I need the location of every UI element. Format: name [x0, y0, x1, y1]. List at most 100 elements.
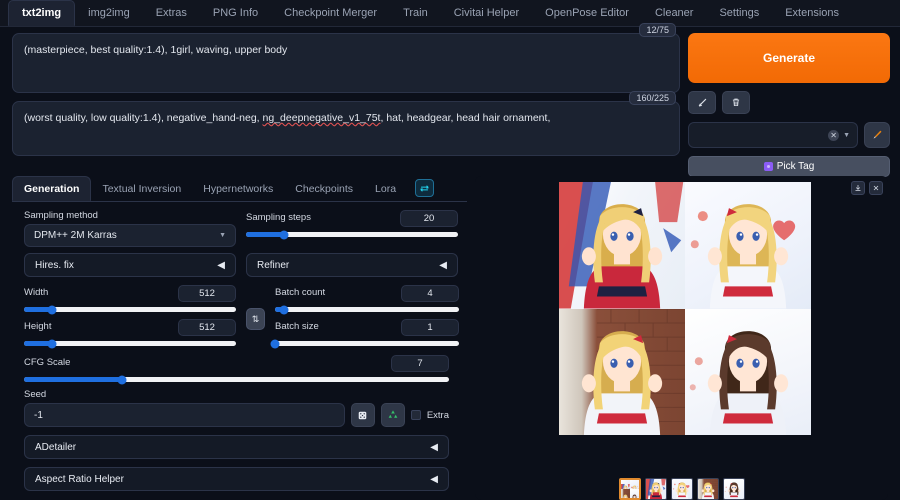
- main-tab-settings[interactable]: Settings: [706, 0, 772, 26]
- main-tab-extensions[interactable]: Extensions: [772, 0, 852, 26]
- sampling-steps-header: Sampling steps 20: [246, 210, 458, 227]
- extra-checkbox[interactable]: [410, 410, 421, 420]
- refiner-accordion[interactable]: Refiner ◀: [246, 253, 458, 277]
- close-icon[interactable]: [869, 181, 883, 195]
- tab-hypernetworks[interactable]: Hypernetworks: [192, 176, 284, 201]
- width-header: Width 512: [24, 285, 236, 302]
- download-icon[interactable]: [851, 181, 865, 195]
- thumb-mini-cell: [620, 480, 630, 489]
- thumb-3[interactable]: [696, 478, 719, 500]
- hires-fix-accordion[interactable]: Hires. fix ◀: [24, 253, 236, 277]
- height-slider[interactable]: [24, 339, 236, 348]
- refresh-icon[interactable]: [415, 179, 435, 197]
- thumb-mini-cell: [629, 489, 639, 498]
- sampler-steps-row: Sampling method DPM++ 2M Karras ▼ Sampli…: [24, 210, 463, 247]
- generated-image-grid[interactable]: [559, 182, 811, 435]
- positive-token-counter: 12/75: [639, 23, 676, 37]
- height-value[interactable]: 512: [178, 319, 236, 336]
- negative-token-counter: 160/225: [629, 91, 676, 105]
- paintbrush-arrow-icon[interactable]: [688, 91, 716, 114]
- grid-image-3[interactable]: [559, 308, 685, 435]
- cfg-scale-header: CFG Scale 7: [24, 355, 449, 372]
- parameters-body: Sampling method DPM++ 2M Karras ▼ Sampli…: [12, 202, 467, 491]
- slider-handle[interactable]: [47, 339, 57, 348]
- thumb-4[interactable]: [722, 478, 745, 500]
- tab-checkpoints[interactable]: Checkpoints: [284, 176, 364, 201]
- sampling-method-select[interactable]: DPM++ 2M Karras ▼: [24, 224, 236, 247]
- batch-count-slider[interactable]: [275, 305, 459, 314]
- trash-icon[interactable]: [722, 91, 750, 114]
- tab-lora[interactable]: Lora: [364, 176, 407, 201]
- main-tab-checkpoint-merger[interactable]: Checkpoint Merger: [271, 0, 390, 26]
- negative-prompt-misspelled-token: ng_deepnegative_v1_75t: [262, 112, 381, 124]
- width-value[interactable]: 512: [178, 285, 236, 302]
- batch-group: Batch count 4 Batch size 1: [270, 285, 459, 353]
- slider-handle[interactable]: [270, 339, 280, 348]
- main-tab-train[interactable]: Train: [390, 0, 441, 26]
- gear-icon: [763, 162, 773, 171]
- positive-prompt-input[interactable]: (masterpiece, best quality:1.4), 1girl, …: [12, 33, 680, 93]
- extra-label: Extra: [426, 409, 449, 421]
- positive-prompt-wrapper: 12/75 (masterpiece, best quality:1.4), 1…: [12, 23, 680, 93]
- main-tab-bar: txt2img img2img Extras PNG Info Checkpoint M…: [0, 0, 900, 27]
- thumb-2[interactable]: [670, 478, 693, 500]
- paintbrush-icon[interactable]: [864, 122, 890, 148]
- tab-textual-inversion[interactable]: Textual Inversion: [91, 176, 192, 201]
- chevron-down-icon[interactable]: ▼: [843, 132, 850, 139]
- sampling-steps-label: Sampling steps: [246, 211, 311, 223]
- hires-refiner-row: Hires. fix ◀ Refiner ◀: [24, 249, 463, 277]
- accordion-label: ADetailer: [35, 441, 77, 453]
- batch-size-value[interactable]: 1: [401, 319, 459, 336]
- seed-group: Seed -1 Extra: [24, 389, 449, 427]
- pick-tag-button[interactable]: Pick Tag: [688, 156, 890, 177]
- batch-count-value[interactable]: 4: [401, 285, 459, 302]
- styles-dropdown[interactable]: ✕ ▼: [688, 122, 858, 148]
- thumb-mini-cell: [620, 489, 630, 498]
- main-tab-img2img[interactable]: img2img: [75, 0, 143, 26]
- chevron-down-icon: ▼: [219, 232, 226, 239]
- grid-image-2[interactable]: [685, 182, 811, 309]
- sampling-steps-slider[interactable]: [246, 230, 458, 239]
- sampling-steps-value[interactable]: 20: [400, 210, 458, 227]
- extension-accordions: ADetailer ◀ Aspect Ratio Helper ◀: [24, 435, 449, 491]
- sampling-method-group: Sampling method DPM++ 2M Karras ▼: [24, 210, 236, 247]
- slider-handle[interactable]: [117, 375, 127, 384]
- accordion-aspect-ratio-helper[interactable]: Aspect Ratio Helper ◀: [24, 467, 449, 491]
- main-tab-png-info[interactable]: PNG Info: [200, 0, 271, 26]
- cfg-scale-slider[interactable]: [24, 375, 449, 384]
- main-tab-openpose-editor[interactable]: OpenPose Editor: [532, 0, 642, 26]
- swap-dimensions-icon[interactable]: ⇅: [246, 308, 265, 330]
- slider-handle[interactable]: [47, 305, 57, 314]
- thumb-grid[interactable]: [618, 478, 641, 500]
- slider-handle[interactable]: [279, 305, 289, 314]
- recycle-icon[interactable]: [380, 403, 405, 427]
- generate-button[interactable]: Generate: [688, 33, 890, 83]
- cfg-scale-value[interactable]: 7: [391, 355, 449, 372]
- hires-fix-label: Hires. fix: [35, 259, 74, 271]
- hires-fix-group: Hires. fix ◀: [24, 249, 236, 277]
- gallery-thumbnail-strip: [618, 478, 745, 500]
- gallery-frame: [475, 176, 888, 500]
- negative-prompt-input[interactable]: (worst quality, low quality:1.4), negati…: [12, 101, 680, 156]
- main-tab-extras[interactable]: Extras: [143, 0, 200, 26]
- batch-size-slider[interactable]: [270, 339, 459, 348]
- parameters-panel: Generation Textual Inversion Hypernetworks…: [12, 176, 467, 500]
- clear-x-icon[interactable]: ✕: [828, 129, 840, 141]
- parameter-tab-bar: Generation Textual Inversion Hypernetworks…: [12, 176, 467, 202]
- main-tab-civitai-helper[interactable]: Civitai Helper: [441, 0, 532, 26]
- tab-generation[interactable]: Generation: [12, 176, 92, 201]
- slider-handle[interactable]: [279, 230, 289, 239]
- accordion-adetailer[interactable]: ADetailer ◀: [24, 435, 449, 459]
- main-tab-txt2img[interactable]: txt2img: [8, 0, 76, 26]
- grid-image-4[interactable]: [685, 308, 811, 435]
- grid-image-1[interactable]: [559, 182, 685, 309]
- gallery-toolbar: [851, 181, 883, 195]
- dice-icon[interactable]: [350, 403, 375, 427]
- accordion-label: Aspect Ratio Helper: [35, 473, 124, 485]
- pick-tag-label: Pick Tag: [776, 161, 815, 172]
- thumb-1[interactable]: [644, 478, 667, 500]
- seed-input[interactable]: -1: [24, 403, 345, 427]
- negative-prompt-wrapper: 160/225 (worst quality, low quality:1.4)…: [12, 91, 680, 156]
- width-slider[interactable]: [24, 305, 236, 314]
- batch-count-header: Batch count 4: [275, 285, 459, 302]
